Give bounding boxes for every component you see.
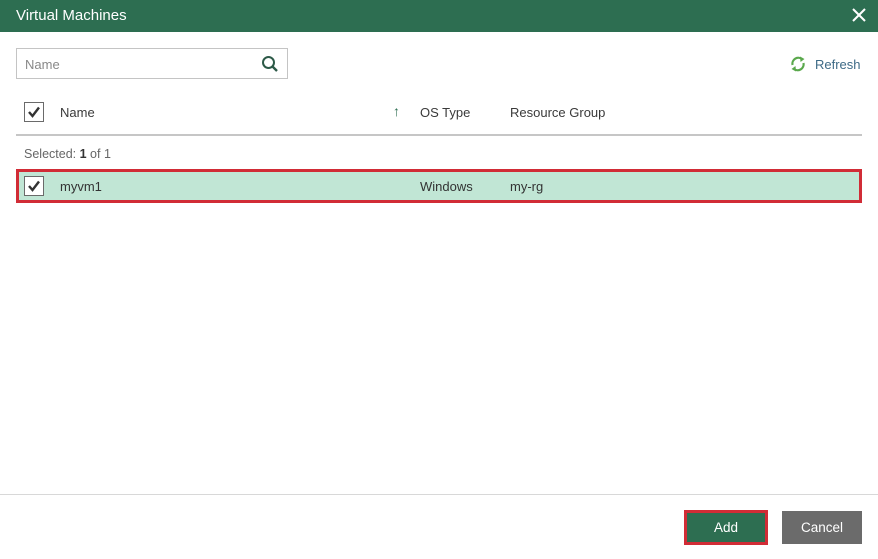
search-box [16,48,288,79]
cancel-button[interactable]: Cancel [782,511,862,544]
add-button[interactable]: Add [684,510,768,545]
column-header-name[interactable]: Name [60,105,95,120]
cell-name: myvm1 [60,179,102,194]
selection-prefix: Selected: [24,147,77,161]
table-row[interactable]: myvm1 Windows my-rg [16,169,862,203]
cell-os-type: Windows [420,179,473,194]
selection-suffix: of 1 [90,147,111,161]
search-input[interactable] [25,55,253,73]
cell-resource-group: my-rg [510,179,544,194]
table-header: Name ↑ OS Type Resource Group [16,96,862,136]
dialog-titlebar: Virtual Machines [0,0,878,32]
refresh-label: Refresh [815,56,861,72]
sort-ascending-icon[interactable]: ↑ [393,103,400,119]
select-all-checkbox[interactable] [24,102,44,122]
checkmark-icon [28,180,40,192]
refresh-button[interactable]: Refresh [789,55,861,73]
column-header-os-type[interactable]: OS Type [420,105,470,120]
close-button[interactable] [849,5,869,25]
checkmark-icon [28,106,40,118]
row-checkbox[interactable] [24,176,44,196]
selection-summary: Selected: 1 of 1 [24,147,111,161]
column-header-resource-group[interactable]: Resource Group [510,105,605,120]
close-icon [852,8,866,22]
footer-divider [0,494,878,495]
selection-count: 1 [79,147,87,161]
search-icon[interactable] [261,55,279,73]
refresh-icon [791,56,805,72]
dialog-title: Virtual Machines [16,7,127,24]
